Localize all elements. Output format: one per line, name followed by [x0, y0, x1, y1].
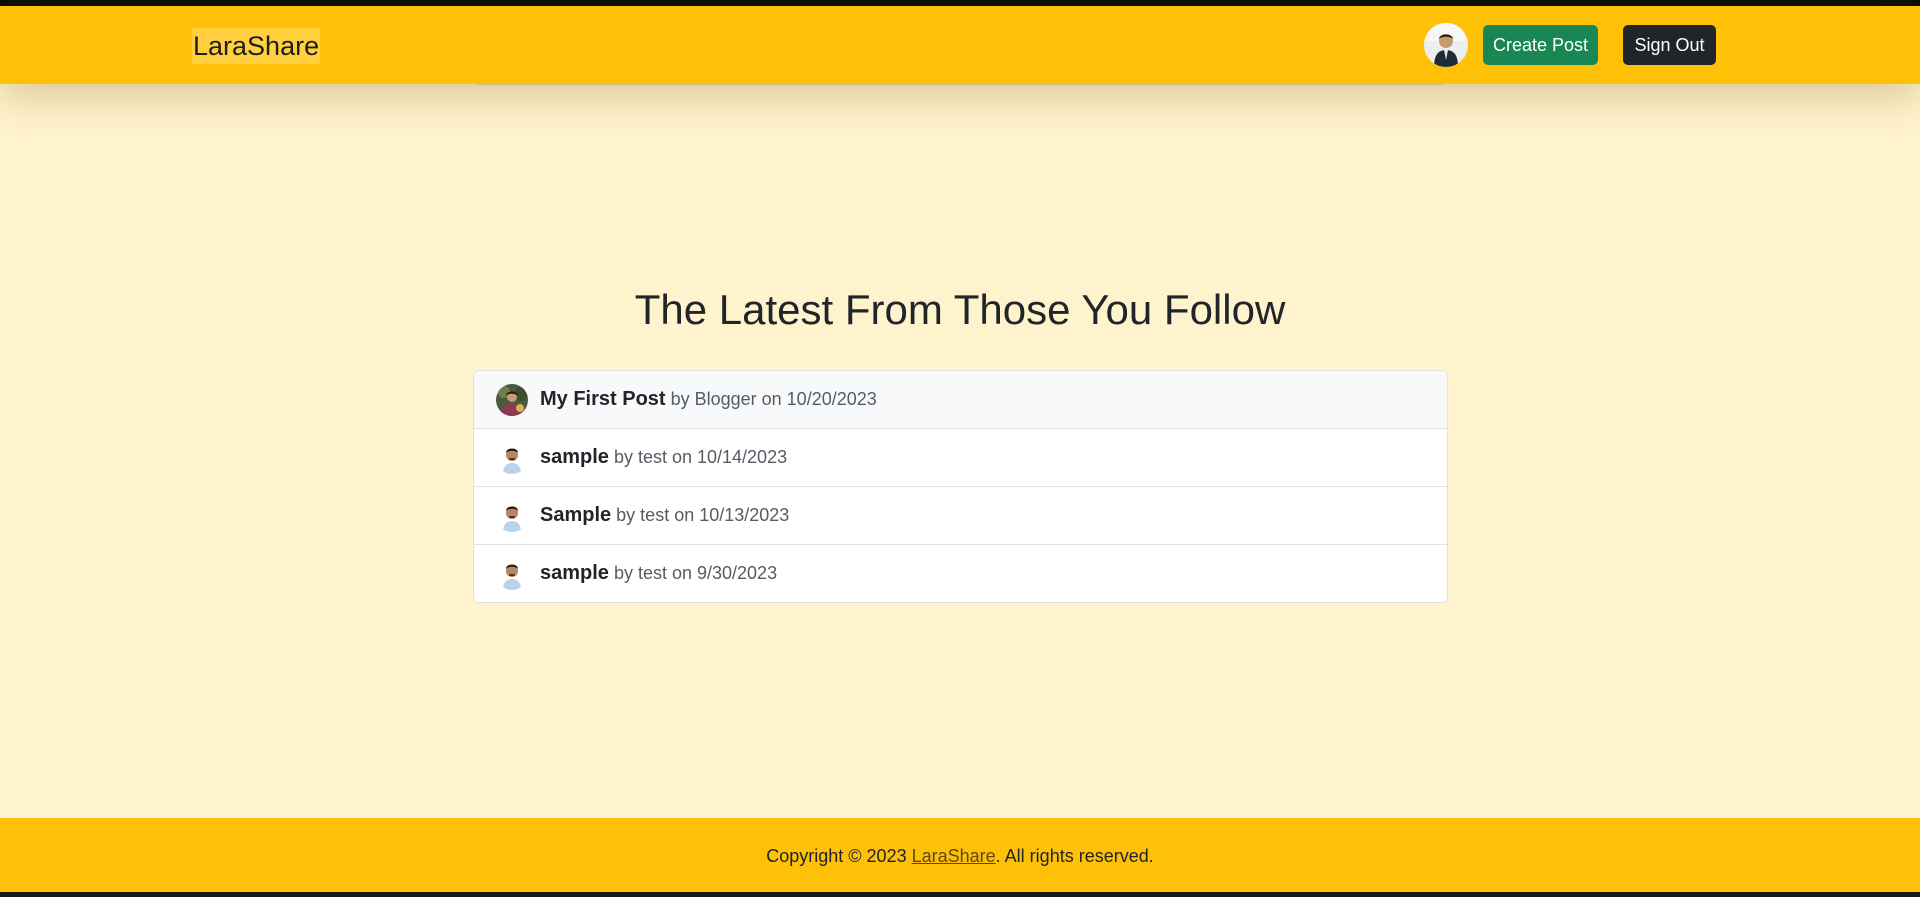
- copyright-text: Copyright © 2023 LaraShare. All rights r…: [0, 842, 1920, 870]
- post-list-item[interactable]: Sample by test on 10/13/2023: [474, 486, 1447, 544]
- post-meta: by test on 9/30/2023: [613, 563, 778, 583]
- test-avatar-icon: [496, 558, 528, 590]
- sign-out-button[interactable]: Sign Out: [1623, 25, 1716, 65]
- window-bottom-strip: [0, 892, 1920, 897]
- post-list-item-text: sample by test on 10/14/2023: [540, 443, 787, 471]
- main-content: The Latest From Those You Follow My Firs…: [0, 84, 1920, 818]
- blogger-avatar-icon: [496, 384, 528, 416]
- brand-logo-link[interactable]: LaraShare: [192, 28, 321, 64]
- post-meta: by Blogger on 10/20/2023: [670, 389, 877, 409]
- create-post-button[interactable]: Create Post: [1483, 25, 1598, 65]
- test-avatar-icon: [496, 500, 528, 532]
- post-list-item[interactable]: My First Post by Blogger on 10/20/2023: [474, 371, 1447, 428]
- site-footer: Copyright © 2023 LaraShare. All rights r…: [0, 818, 1920, 892]
- header-divider: [477, 84, 1443, 85]
- post-list-item-text: Sample by test on 10/13/2023: [540, 501, 789, 529]
- post-list-item-text: sample by test on 9/30/2023: [540, 559, 777, 587]
- post-title: sample: [540, 562, 609, 584]
- copyright-prefix: Copyright © 2023: [766, 846, 912, 866]
- post-list-item[interactable]: sample by test on 10/14/2023: [474, 428, 1447, 486]
- post-list: My First Post by Blogger on 10/20/2023 s…: [473, 370, 1448, 603]
- copyright-suffix: . All rights reserved.: [995, 846, 1154, 866]
- footer-brand-link[interactable]: LaraShare: [912, 846, 996, 866]
- post-list-item[interactable]: sample by test on 9/30/2023: [474, 544, 1447, 602]
- post-title: sample: [540, 446, 609, 468]
- post-meta: by test on 10/14/2023: [613, 447, 788, 467]
- post-meta: by test on 10/13/2023: [616, 505, 790, 525]
- post-title: Sample: [540, 504, 612, 526]
- page-title: The Latest From Those You Follow: [634, 286, 1286, 333]
- test-avatar-icon: [496, 442, 528, 474]
- post-title: My First Post: [540, 388, 666, 410]
- user-avatar-icon[interactable]: [1424, 23, 1468, 67]
- site-header: LaraShare Create Post Sign Out: [0, 6, 1920, 84]
- post-list-item-text: My First Post by Blogger on 10/20/2023: [540, 385, 877, 413]
